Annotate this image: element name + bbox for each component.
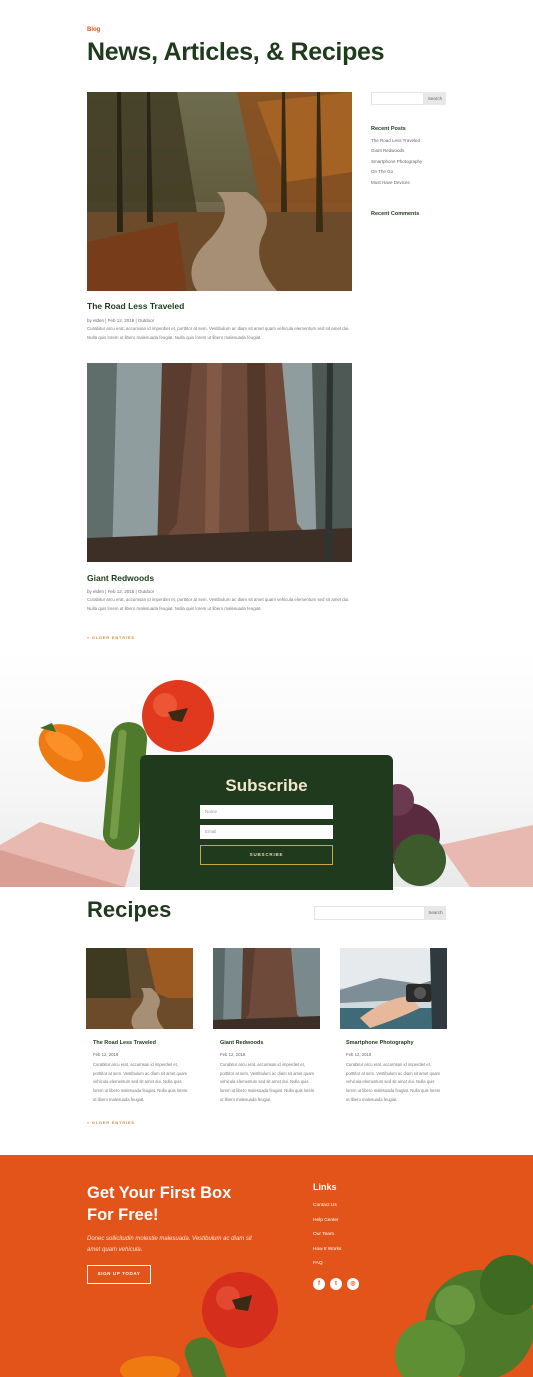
recipes-search-button[interactable]: Search (425, 906, 446, 920)
post-excerpt: Curabitur arcu erat, accumsan id imperdi… (87, 326, 350, 340)
post-author[interactable]: by elden (87, 589, 104, 594)
recipe-card-date: Feb 12, 2018 (93, 1052, 119, 1057)
recipe-card-image[interactable] (213, 948, 320, 1029)
post-date: Feb 12, 2018 (107, 589, 135, 594)
sign-up-button[interactable]: SIGN UP TODAY (87, 1265, 151, 1284)
subscribe-button[interactable]: SUBSCRIBE (200, 845, 333, 865)
post-excerpt: Curabitur arcu erat, accumsan id imperdi… (87, 597, 350, 611)
footer (0, 1155, 533, 1377)
recipe-card-image[interactable] (86, 948, 193, 1029)
recent-post-link[interactable]: The Road Less Traveled (371, 138, 420, 143)
post-image-road[interactable] (87, 92, 352, 291)
recipe-card-excerpt: Curabitur arcu erat, accumsan id imperdi… (220, 1062, 315, 1102)
footer-link[interactable]: How It Works (313, 1247, 341, 1252)
recent-comments-title: Recent Comments (371, 211, 420, 217)
post-category[interactable]: Outdoor (138, 589, 154, 594)
subscribe-name-input[interactable]: Name (200, 805, 333, 819)
instagram-icon[interactable]: ◎ (347, 1278, 359, 1290)
post-meta: by elden | Feb 12, 2018 | Outdoor (87, 589, 155, 594)
footer-link[interactable]: FAQ (313, 1261, 323, 1266)
recent-post-link[interactable]: Smartphone Photography (371, 159, 422, 164)
subscribe-title: Subscribe (225, 776, 308, 795)
facebook-icon[interactable]: f (313, 1278, 325, 1290)
post-image-redwoods[interactable] (87, 363, 352, 562)
page-title: News, Articles, & Recipes (87, 38, 385, 66)
recent-post-link[interactable]: On The Go (371, 169, 393, 174)
recent-post-link[interactable]: Giant Redwoods (371, 148, 404, 153)
footer-link[interactable]: Our Team (313, 1232, 334, 1237)
older-entries-link[interactable]: « OLDER ENTRIES (87, 635, 135, 640)
recipe-card-excerpt: Curabitur arcu erat, accumsan id imperdi… (93, 1062, 188, 1102)
post-title[interactable]: The Road Less Traveled (87, 301, 184, 311)
recipe-card-title[interactable]: The Road Less Traveled (93, 1040, 156, 1046)
recipes-title: Recipes (87, 897, 172, 922)
post-author[interactable]: by elden (87, 318, 104, 323)
recent-post-link[interactable]: Must Have Devices (371, 180, 410, 185)
recipe-card-date: Feb 12, 2018 (346, 1052, 372, 1057)
post-title[interactable]: Giant Redwoods (87, 573, 154, 583)
page-eyebrow: Blog (87, 27, 101, 33)
footer-link[interactable]: Help Center (313, 1218, 339, 1223)
recipes-search-input[interactable] (314, 906, 425, 920)
footer-title: Get Your First Box For Free! (87, 1184, 232, 1224)
footer-link[interactable]: Contact Us (313, 1203, 337, 1208)
footer-subtitle: Donec sollicitudin molestie malesuada. V… (87, 1236, 252, 1253)
footer-links-title: Links (313, 1182, 337, 1192)
recipe-card-title[interactable]: Giant Redwoods (220, 1040, 263, 1046)
recipe-card-image[interactable] (340, 948, 447, 1029)
recipes-older-entries-link[interactable]: « OLDER ENTRIES (87, 1120, 135, 1125)
post-date: Feb 12, 2018 (107, 318, 135, 323)
twitter-icon[interactable]: t (330, 1278, 342, 1290)
subscribe-email-input[interactable]: Email (200, 825, 333, 839)
post-category[interactable]: Outdoor (138, 318, 154, 323)
recent-posts-title: Recent Posts (371, 126, 406, 132)
recipe-card-excerpt: Curabitur arcu erat, accumsan id imperdi… (346, 1062, 441, 1102)
recipe-card-date: Feb 12, 2018 (220, 1052, 246, 1057)
sidebar-search-button[interactable]: Search (424, 92, 446, 105)
post-meta: by elden | Feb 12, 2018 | Outdoor (87, 318, 155, 323)
recipe-card-title[interactable]: Smartphone Photography (346, 1040, 414, 1046)
sidebar-search-input[interactable] (371, 92, 424, 105)
